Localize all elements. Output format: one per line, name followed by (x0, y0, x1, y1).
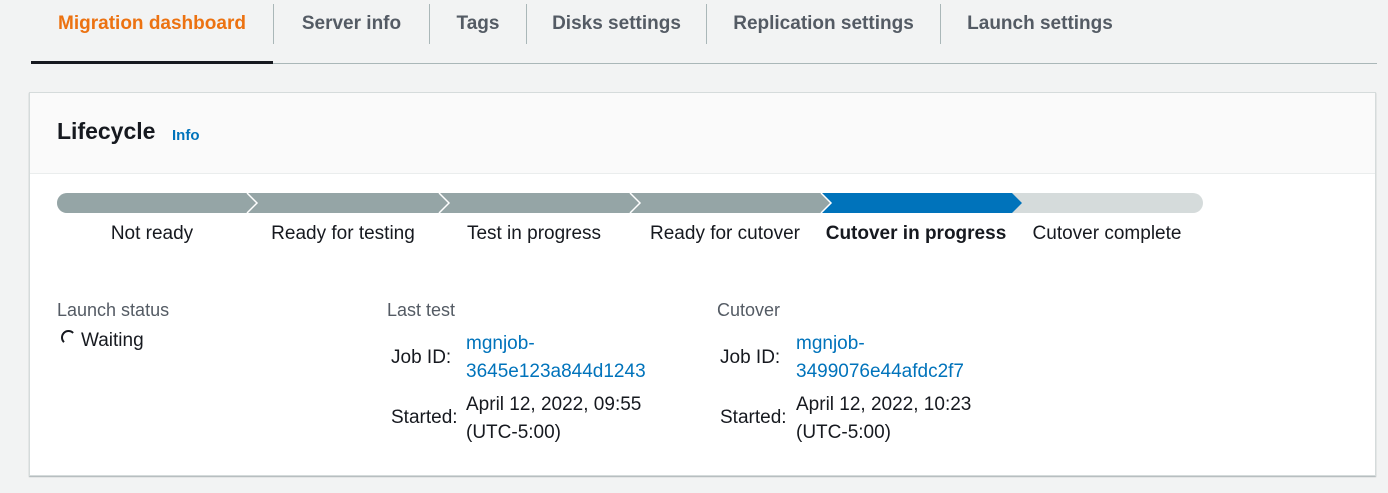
step-label-cutover-in-progress: Cutover in progress (825, 223, 1007, 244)
lifecycle-panel: Lifecycle Info Not ready Ready for testi… (29, 92, 1376, 476)
panel-header: Lifecycle Info (30, 93, 1375, 174)
lifecycle-progress-bar (57, 193, 1203, 213)
tab-migration-dashboard[interactable]: Migration dashboard (31, 0, 273, 64)
tab-tags[interactable]: Tags (430, 0, 526, 62)
tab-server-info[interactable]: Server info (274, 0, 429, 62)
progress-segment-test-in-progress (439, 193, 640, 213)
tab-disks-settings[interactable]: Disks settings (527, 0, 706, 62)
last-test-label: Last test (387, 300, 456, 320)
last-test-started-key: Started: (391, 407, 458, 428)
launch-status-value: Waiting (61, 330, 144, 352)
spinner-icon (61, 330, 76, 345)
cutover-job-id-link[interactable]: mgnjob- 3499076e44afdc2f7 (796, 330, 964, 386)
cutover-started-line2: (UTC-5:00) (796, 422, 892, 443)
step-label-not-ready: Not ready (110, 223, 194, 244)
step-label-test-in-progress: Test in progress (466, 223, 602, 244)
tab-bar: Migration dashboard Server info Tags Dis… (31, 0, 1377, 64)
progress-segment-cutover-in-progress (821, 193, 1022, 213)
tab-launch-settings[interactable]: Launch settings (941, 0, 1139, 62)
step-label-ready-for-cutover: Ready for cutover (650, 223, 800, 244)
last-test-job-id-line1: mgnjob- (466, 333, 535, 354)
tab-replication-settings[interactable]: Replication settings (707, 0, 940, 62)
last-test-job-id-key: Job ID: (391, 347, 452, 368)
last-test-started-line1: April 12, 2022, 09:55 (466, 394, 642, 415)
cutover-started-line1: April 12, 2022, 10:23 (796, 394, 972, 415)
last-test-job-id-line2: 3645e123a844d1243 (466, 361, 646, 382)
launch-status-label: Launch status (57, 300, 170, 320)
info-link[interactable]: Info (172, 127, 200, 144)
last-test-job-id-link[interactable]: mgnjob- 3645e123a844d1243 (466, 330, 646, 386)
cutover-job-id-key: Job ID: (720, 347, 781, 368)
last-test-started-value: April 12, 2022, 09:55 (UTC-5:00) (466, 391, 641, 447)
cutover-started-value: April 12, 2022, 10:23 (UTC-5:00) (796, 391, 971, 447)
cutover-job-id-line2: 3499076e44afdc2f7 (796, 361, 964, 382)
step-label-cutover-complete: Cutover complete (1032, 223, 1182, 244)
cutover-started-key: Started: (720, 407, 787, 428)
step-label-ready-for-testing: Ready for testing (271, 223, 415, 244)
cutover-job-id-line1: mgnjob- (796, 333, 865, 354)
cutover-label: Cutover (717, 300, 781, 320)
last-test-started-line2: (UTC-5:00) (466, 422, 562, 443)
progress-segment-ready-for-cutover (630, 193, 831, 213)
progress-segment-ready-for-testing (247, 193, 449, 213)
progress-segment-not-ready (57, 193, 257, 213)
launch-status-text: Waiting (81, 330, 144, 351)
panel-title: Lifecycle (57, 118, 156, 144)
